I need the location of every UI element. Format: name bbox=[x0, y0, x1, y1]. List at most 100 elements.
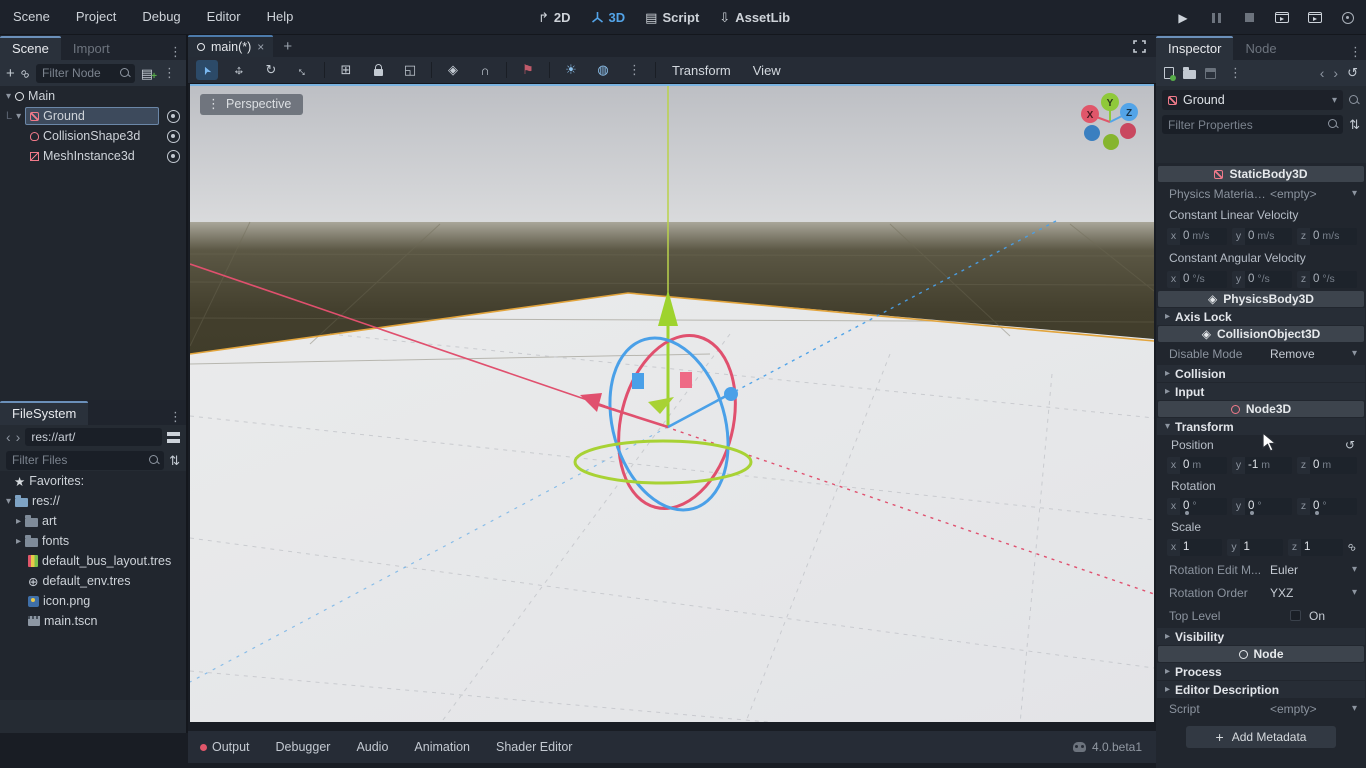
group-editor-description[interactable]: ▸ Editor Description bbox=[1157, 681, 1365, 698]
tree-row-meshinstance3d[interactable]: MeshInstance3d bbox=[0, 146, 186, 166]
group-input[interactable]: ▸ Input bbox=[1157, 383, 1365, 400]
add-node-button[interactable]: + bbox=[6, 66, 15, 81]
expand-icon[interactable]: ▸ bbox=[16, 536, 21, 547]
workspace-script[interactable]: ▤ Script bbox=[645, 10, 699, 26]
revert-icon[interactable]: ↺ bbox=[1345, 438, 1355, 452]
nav-back-button[interactable]: ‹ bbox=[6, 429, 11, 445]
clv-x-field[interactable]: x0m/s bbox=[1167, 228, 1227, 245]
tab-inspector[interactable]: Inspector bbox=[1156, 36, 1233, 60]
workspace-2d[interactable]: ↱ 2D bbox=[538, 10, 571, 26]
menu-editor[interactable]: Editor bbox=[194, 0, 254, 34]
group-visibility[interactable]: ▸ Visibility bbox=[1157, 628, 1365, 645]
navigation-gizmo[interactable]: Y X Z bbox=[1078, 90, 1142, 154]
sort-files-icon[interactable]: ⇅ bbox=[169, 454, 180, 467]
workspace-3d[interactable]: 3D bbox=[591, 10, 626, 25]
property-script[interactable]: Script <empty> ▾ bbox=[1157, 698, 1365, 719]
preview-settings-icon[interactable]: ⋮ bbox=[624, 62, 645, 78]
cav-y-field[interactable]: y0°/s bbox=[1232, 271, 1292, 288]
resource-menu-icon[interactable]: ⋮ bbox=[1225, 65, 1246, 81]
path-field[interactable] bbox=[25, 428, 162, 446]
fs-row-default-env[interactable]: ⊕ default_env.tres bbox=[0, 571, 186, 591]
visibility-toggle-icon[interactable] bbox=[167, 110, 180, 123]
menu-debug[interactable]: Debug bbox=[129, 0, 193, 34]
animation-button[interactable]: Animation bbox=[414, 740, 470, 754]
tab-scene[interactable]: Scene bbox=[0, 36, 61, 60]
menu-scene[interactable]: Scene bbox=[0, 0, 63, 34]
menu-help[interactable]: Help bbox=[254, 0, 307, 34]
instance-scene-button[interactable]: ∞ bbox=[18, 65, 34, 81]
tree-row-ground[interactable]: L ▾ Ground bbox=[0, 106, 186, 126]
stop-button[interactable] bbox=[1241, 10, 1257, 26]
scale-z-field[interactable]: z1 bbox=[1288, 539, 1343, 556]
audio-button[interactable]: Audio bbox=[356, 740, 388, 754]
property-tools-icon[interactable]: ⇅ bbox=[1349, 118, 1360, 131]
position-x-field[interactable]: x0m bbox=[1167, 457, 1227, 474]
cav-x-field[interactable]: x0°/s bbox=[1167, 271, 1227, 288]
group-axis-lock[interactable]: ▸ Axis Lock bbox=[1157, 308, 1365, 325]
scale-x-field[interactable]: x1 bbox=[1167, 539, 1222, 556]
local-space-button[interactable]: ◈ bbox=[442, 60, 464, 80]
filter-files-input[interactable] bbox=[6, 451, 164, 470]
group-collision[interactable]: ▸ Collision bbox=[1157, 365, 1365, 382]
shader-editor-button[interactable]: Shader Editor bbox=[496, 740, 572, 754]
fs-row-favorites[interactable]: ★ Favorites: bbox=[0, 471, 186, 491]
fs-row-icon-png[interactable]: icon.png bbox=[0, 591, 186, 611]
output-button[interactable]: Output bbox=[200, 740, 250, 754]
movie-maker-button[interactable] bbox=[1340, 10, 1356, 26]
tab-filesystem[interactable]: FileSystem bbox=[0, 401, 88, 425]
new-resource-icon[interactable] bbox=[1164, 67, 1174, 79]
menu-project[interactable]: Project bbox=[63, 0, 129, 34]
fs-row-art[interactable]: ▸ art bbox=[0, 511, 186, 531]
history-back-icon[interactable]: ‹ bbox=[1320, 65, 1325, 81]
property-rotation-edit-mode[interactable]: Rotation Edit M... Euler ▾ bbox=[1157, 558, 1365, 581]
fs-row-main-tscn[interactable]: main.tscn bbox=[0, 611, 186, 631]
property-disable-mode[interactable]: Disable Mode Remove ▾ bbox=[1157, 343, 1365, 364]
tab-node[interactable]: Node bbox=[1233, 38, 1288, 60]
property-physics-material[interactable]: Physics Material ... <empty> ▾ bbox=[1157, 183, 1365, 204]
rotation-y-field[interactable]: y0° bbox=[1232, 498, 1292, 515]
pause-button[interactable] bbox=[1208, 10, 1224, 26]
add-metadata-button[interactable]: + Add Metadata bbox=[1186, 726, 1336, 748]
group-process[interactable]: ▸ Process bbox=[1157, 663, 1365, 680]
play-button[interactable]: ▶ bbox=[1175, 10, 1191, 26]
selected-node-ground[interactable]: Ground bbox=[25, 107, 159, 125]
scale-y-field[interactable]: y1 bbox=[1227, 539, 1282, 556]
workspace-assetlib[interactable]: ⇩ AssetLib bbox=[719, 10, 790, 26]
scene-tree-menu-icon[interactable]: ⋮ bbox=[159, 65, 180, 81]
camera-override-button[interactable]: ⚑ bbox=[517, 60, 539, 80]
open-docs-icon[interactable] bbox=[1349, 95, 1360, 106]
move-mode-button[interactable]: ↔↕ bbox=[228, 60, 250, 80]
fs-row-default-bus-layout[interactable]: default_bus_layout.tres bbox=[0, 551, 186, 571]
scene-tab-main[interactable]: main(*) × bbox=[188, 35, 273, 57]
snap-button[interactable]: ∩ bbox=[474, 60, 496, 80]
attach-script-button[interactable]: ▤+ bbox=[141, 67, 153, 80]
top-level-checkbox[interactable] bbox=[1290, 610, 1301, 621]
rotate-mode-button[interactable]: ↻ bbox=[260, 60, 282, 80]
tree-row-collisionshape3d[interactable]: CollisionShape3d bbox=[0, 126, 186, 146]
history-icon[interactable]: ↺ bbox=[1347, 65, 1358, 81]
close-tab-icon[interactable]: × bbox=[257, 40, 264, 54]
load-resource-icon[interactable] bbox=[1183, 70, 1196, 79]
filter-properties-input[interactable] bbox=[1162, 115, 1343, 134]
collapse-icon[interactable]: ▾ bbox=[6, 496, 11, 507]
preview-environment-button[interactable]: ◍ bbox=[592, 60, 614, 80]
scale-mode-button[interactable]: ↔ bbox=[292, 60, 314, 80]
tab-import[interactable]: Import bbox=[61, 38, 122, 60]
save-resource-icon[interactable] bbox=[1205, 68, 1216, 79]
play-custom-scene-button[interactable] bbox=[1307, 10, 1323, 26]
preview-sun-button[interactable]: ☀ bbox=[560, 60, 582, 80]
inspector-menu-icon[interactable]: ⋮ bbox=[1345, 44, 1366, 60]
position-y-field[interactable]: y-1m bbox=[1232, 457, 1292, 474]
cav-z-field[interactable]: z0°/s bbox=[1297, 271, 1357, 288]
expand-icon[interactable]: ▸ bbox=[16, 516, 21, 527]
rotation-z-field[interactable]: z0° bbox=[1297, 498, 1357, 515]
visibility-toggle-icon[interactable] bbox=[167, 130, 180, 143]
clv-y-field[interactable]: y0m/s bbox=[1232, 228, 1292, 245]
fs-row-fonts[interactable]: ▸ fonts bbox=[0, 531, 186, 551]
rotation-x-field[interactable]: x0° bbox=[1167, 498, 1227, 515]
3d-viewport[interactable]: Y X Z ⋮ Perspective bbox=[190, 84, 1154, 722]
filesystem-menu-icon[interactable]: ⋮ bbox=[165, 409, 186, 425]
collapse-icon[interactable]: ▾ bbox=[16, 111, 21, 122]
expand-viewport-icon[interactable] bbox=[1133, 40, 1146, 53]
group-button[interactable]: ◱ bbox=[399, 60, 421, 80]
